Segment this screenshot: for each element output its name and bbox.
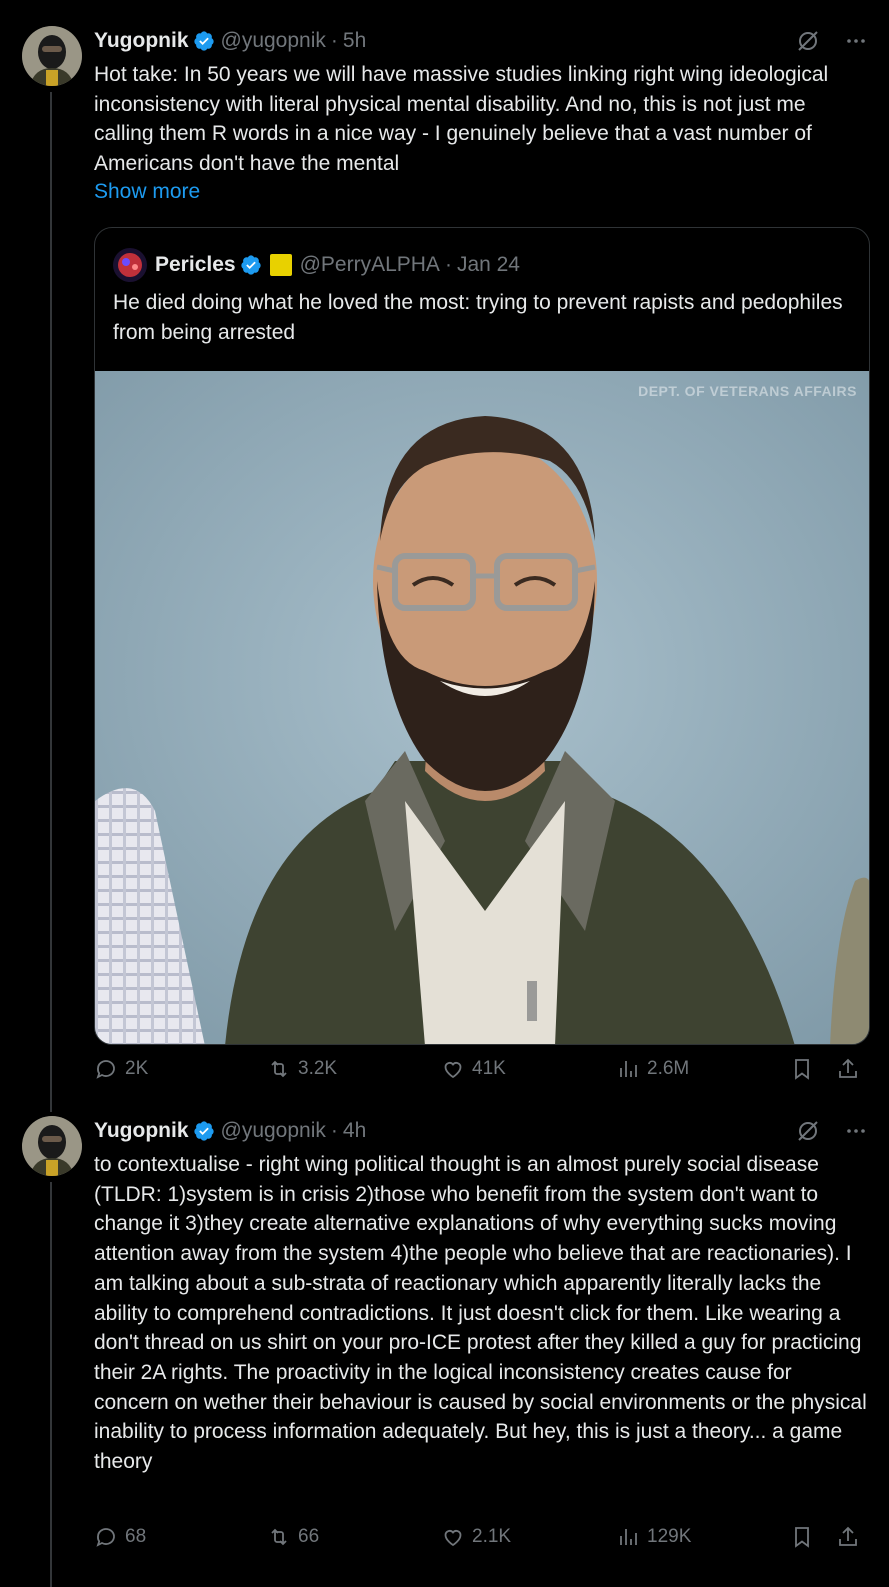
post-time[interactable]: 5h: [343, 29, 366, 53]
reply-count: 2K: [125, 1058, 149, 1079]
post-header: Yugopnik @yugopnik · 5h: [94, 28, 869, 54]
bookmark-icon: [795, 1527, 809, 1548]
heart-icon: [444, 1530, 462, 1547]
quote-avatar[interactable]: [113, 248, 147, 282]
affiliation-badge-icon[interactable]: [269, 254, 292, 276]
repost-button[interactable]: 3.2K: [267, 1054, 337, 1084]
show-more-link[interactable]: Show more: [94, 180, 200, 204]
avatar-image: [22, 26, 82, 86]
separator: ·: [330, 1119, 338, 1142]
share-icon: [839, 1526, 857, 1546]
views-button[interactable]: 2.6M: [616, 1054, 689, 1084]
more-dots-icon[interactable]: [843, 28, 869, 54]
repost-button[interactable]: 66: [267, 1522, 319, 1552]
verified-badge-icon[interactable]: [240, 254, 262, 276]
post-actions: 2K 3.2K 41K 2.6M: [94, 1054, 869, 1084]
photo-watermark: DEPT. OF VETERANS AFFAIRS: [638, 383, 857, 399]
post-header: Yugopnik @yugopnik · 4h: [94, 1118, 869, 1144]
author-handle[interactable]: @yugopnik: [221, 29, 326, 53]
more-dots-icon[interactable]: [843, 1118, 869, 1144]
reply-icon: [96, 1528, 115, 1547]
reply-button[interactable]: 68: [94, 1522, 146, 1552]
author-name[interactable]: Yugopnik: [94, 29, 189, 53]
repost-count: 66: [298, 1526, 320, 1547]
post-actions: 68 66 2.1K 129K: [94, 1522, 869, 1552]
separator: ·: [444, 253, 452, 276]
post-2[interactable]: Yugopnik @yugopnik · 4h to contextualise…: [0, 1100, 889, 1587]
quote-date[interactable]: Jan 24: [457, 253, 520, 277]
quoted-post[interactable]: Pericles @PerryALPHA · Jan 24 He died do…: [94, 227, 870, 1045]
views-chart-icon: [620, 1529, 637, 1545]
share-icon: [839, 1058, 857, 1078]
bookmark-button[interactable]: [790, 1522, 821, 1552]
like-count: 41K: [472, 1058, 506, 1079]
reply-button[interactable]: 2K: [94, 1054, 148, 1084]
post-1[interactable]: Yugopnik @yugopnik · 5h Hot take: In 50 …: [0, 0, 889, 1100]
separator: ·: [330, 29, 338, 52]
grok-slash-icon[interactable]: [795, 1118, 821, 1144]
like-button[interactable]: 2.1K: [441, 1522, 511, 1552]
reply-count: 68: [125, 1526, 147, 1547]
quote-author-handle[interactable]: @PerryALPHA: [300, 253, 440, 277]
repost-icon: [271, 1060, 287, 1078]
verified-badge-icon[interactable]: [193, 1120, 215, 1142]
views-chart-icon: [620, 1061, 637, 1077]
author-name[interactable]: Yugopnik: [94, 1119, 189, 1143]
quote-photo[interactable]: DEPT. OF VETERANS AFFAIRS: [95, 371, 869, 1044]
views-button[interactable]: 129K: [616, 1522, 691, 1552]
like-button[interactable]: 41K: [441, 1054, 506, 1084]
grok-slash-icon[interactable]: [795, 28, 821, 54]
share-button[interactable]: [836, 1054, 867, 1084]
repost-count: 3.2K: [298, 1058, 338, 1079]
verified-badge-icon[interactable]: [193, 30, 215, 52]
post-text: Hot take: In 50 years we will have massi…: [94, 63, 829, 176]
avatar[interactable]: [22, 26, 82, 86]
quote-header: Pericles @PerryALPHA · Jan 24: [113, 248, 520, 282]
bookmark-icon: [795, 1059, 809, 1080]
share-button[interactable]: [836, 1522, 867, 1552]
avatar[interactable]: [22, 1116, 82, 1176]
heart-icon: [444, 1062, 462, 1079]
author-handle[interactable]: @yugopnik: [221, 1119, 326, 1143]
quote-text: He died doing what he loved the most: tr…: [113, 291, 843, 344]
avatar-image: [22, 1116, 82, 1176]
post-text: to contextualise - right wing political …: [94, 1153, 867, 1474]
views-count: 129K: [647, 1526, 692, 1547]
views-count: 2.6M: [647, 1058, 690, 1079]
repost-icon: [271, 1528, 287, 1546]
bookmark-button[interactable]: [790, 1054, 821, 1084]
like-count: 2.1K: [472, 1526, 512, 1547]
quote-author-name[interactable]: Pericles: [155, 253, 236, 277]
reply-icon: [96, 1060, 115, 1079]
post-time[interactable]: 4h: [343, 1119, 366, 1143]
